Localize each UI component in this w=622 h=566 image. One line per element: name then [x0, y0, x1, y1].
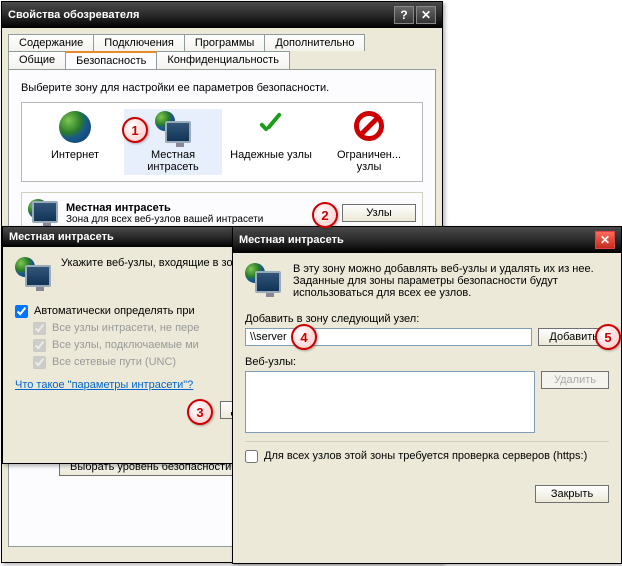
checkbox-input	[33, 339, 46, 352]
sites-button[interactable]: Узлы	[342, 204, 416, 222]
zone-restricted[interactable]: Ограничен... узлы	[320, 109, 418, 175]
add-site-dialog: Местная интрасеть ✕ В эту зону можно доб…	[232, 226, 622, 564]
checkbox-label: Все узлы интрасети, не пере	[52, 322, 199, 334]
tab-programs[interactable]: Программы	[184, 34, 265, 51]
list-label: Веб-узлы:	[245, 356, 609, 368]
badge-4: 4	[291, 324, 317, 350]
intranet-icon	[28, 199, 58, 227]
dialog-description: В эту зону можно добавлять веб-узлы и уд…	[293, 263, 609, 299]
selected-zone-desc: Зона для всех веб-узлов вашей интрасети	[66, 214, 263, 225]
checkbox-label: Все узлы, подключаемые ми	[52, 339, 199, 351]
checkbox-label: Все сетевые пути (UNC)	[52, 356, 176, 368]
tabs: Содержание Подключения Программы Дополни…	[2, 28, 442, 69]
intranet-params-link[interactable]: Что такое "параметры интрасети"?	[15, 379, 193, 391]
checkbox-input[interactable]	[15, 305, 28, 318]
check-icon	[255, 111, 287, 143]
tab-advanced[interactable]: Дополнительно	[264, 34, 365, 51]
delete-button: Удалить	[541, 371, 609, 389]
close-button[interactable]: ✕	[416, 6, 436, 24]
badge-2: 2	[312, 202, 338, 228]
sites-listbox[interactable]	[245, 371, 535, 433]
zone-label: Ограничен... узлы	[337, 149, 401, 173]
zone-internet[interactable]: Интернет	[26, 109, 124, 175]
tab-privacy[interactable]: Конфиденциальность	[156, 51, 290, 69]
zone-trusted[interactable]: Надежные узлы	[222, 109, 320, 175]
zone-label: Местная интрасеть	[147, 149, 199, 173]
zones-list: Интернет Местная интрасеть 1 Надежные уз…	[21, 102, 423, 182]
tab-content[interactable]: Содержание	[8, 34, 94, 51]
close-button[interactable]: ✕	[595, 231, 615, 249]
badge-1: 1	[122, 117, 148, 143]
selected-zone-title: Местная интрасеть	[66, 202, 263, 214]
zone-label: Интернет	[51, 149, 99, 161]
zone-label: Надежные узлы	[230, 149, 312, 161]
close-dialog-button[interactable]: Закрыть	[535, 485, 609, 503]
intranet-icon	[245, 263, 281, 297]
badge-5: 5	[595, 324, 621, 350]
globe-icon	[59, 111, 91, 143]
dialog-body: В эту зону можно добавлять веб-узлы и уд…	[233, 253, 621, 513]
zone-prompt: Выберите зону для настройки ее параметро…	[21, 82, 423, 94]
checkbox-label: Автоматически определять при	[34, 305, 195, 317]
checkbox-input[interactable]	[245, 450, 258, 463]
dialog-title: Местная интрасеть	[239, 234, 344, 246]
intranet-icon	[155, 111, 191, 147]
titlebar: Местная интрасеть ✕	[233, 227, 621, 253]
add-label: Добавить в зону следующий узел:	[245, 313, 609, 325]
forbidden-icon	[354, 111, 384, 141]
dialog-title: Свойства обозревателя	[8, 9, 139, 21]
intranet-icon	[15, 257, 51, 291]
checkbox-input	[33, 322, 46, 335]
https-checkbox[interactable]: Для всех узлов этой зоны требуется прове…	[245, 450, 609, 463]
add-site-input[interactable]	[245, 328, 532, 346]
checkbox-input	[33, 356, 46, 369]
help-button[interactable]: ?	[394, 6, 414, 24]
dialog-description: Укажите веб-узлы, входящие в зо	[61, 257, 233, 269]
zone-local-intranet[interactable]: Местная интрасеть 1	[124, 109, 222, 175]
tab-connections[interactable]: Подключения	[93, 34, 185, 51]
badge-3: 3	[187, 399, 213, 425]
titlebar: Свойства обозревателя ? ✕	[2, 2, 442, 28]
checkbox-label: Для всех узлов этой зоны требуется прове…	[264, 450, 587, 462]
tab-general[interactable]: Общие	[8, 51, 66, 69]
dialog-title: Местная интрасеть	[9, 231, 114, 243]
tab-security[interactable]: Безопасность	[65, 51, 157, 69]
